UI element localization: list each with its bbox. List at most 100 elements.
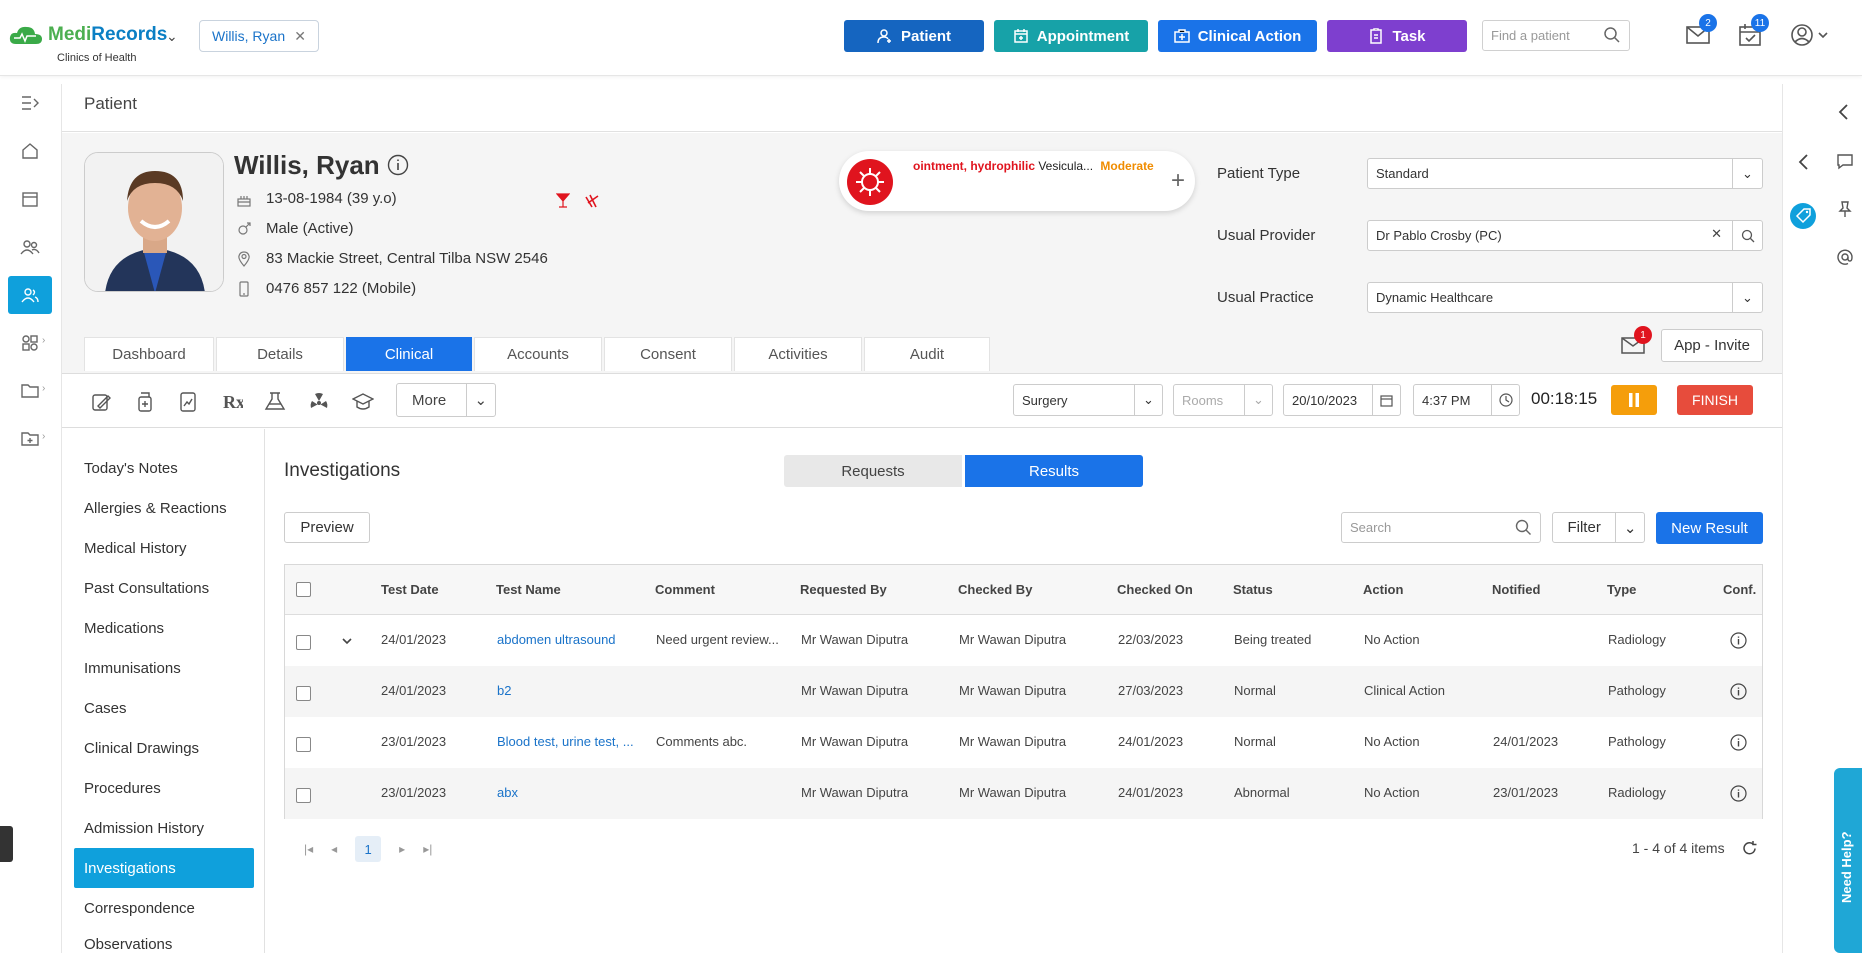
- patients-icon[interactable]: [8, 276, 52, 314]
- next-page-icon[interactable]: ▸: [399, 842, 405, 856]
- tab-consent[interactable]: Consent: [604, 337, 732, 371]
- select-all-checkbox[interactable]: [296, 582, 311, 597]
- new-appointment-button[interactable]: Appointment: [994, 20, 1148, 52]
- col-checked-by[interactable]: Checked By: [958, 582, 1032, 597]
- col-type[interactable]: Type: [1607, 582, 1636, 597]
- table-row[interactable]: 23/01/2023 abx Mr Wawan Diputra Mr Wawan…: [285, 768, 1762, 819]
- menu-item-correspondence[interactable]: Correspondence: [74, 888, 254, 928]
- education-icon[interactable]: [352, 391, 374, 413]
- at-sign-icon[interactable]: [1836, 248, 1854, 266]
- allergy-card[interactable]: ointment, hydrophilic Vesicula... Modera…: [839, 151, 1195, 211]
- alcohol-icon[interactable]: [556, 193, 570, 209]
- pause-button[interactable]: [1611, 385, 1657, 415]
- date-picker[interactable]: 20/10/2023: [1283, 384, 1401, 416]
- menu-item-cases[interactable]: Cases: [74, 688, 254, 728]
- results-toggle[interactable]: Results: [965, 455, 1143, 487]
- prescription-icon[interactable]: Rx: [221, 391, 243, 413]
- chevron-down-icon[interactable]: ⌄: [1615, 513, 1644, 542]
- table-row[interactable]: 24/01/2023 abdomen ultrasound Need urgen…: [285, 615, 1762, 666]
- info-icon[interactable]: [1730, 785, 1747, 802]
- collapse-menu-icon[interactable]: [8, 84, 52, 122]
- tab-dashboard[interactable]: Dashboard: [84, 337, 214, 371]
- chart-document-icon[interactable]: [177, 391, 199, 413]
- preview-button[interactable]: Preview: [284, 512, 370, 543]
- tasks-button[interactable]: 11: [1737, 14, 1769, 50]
- side-drawer-handle[interactable]: [0, 826, 13, 862]
- user-menu[interactable]: [1790, 22, 1830, 50]
- row-checkbox[interactable]: [296, 686, 311, 701]
- chevron-down-icon[interactable]: ⌄: [465, 384, 495, 416]
- cell-test-name-link[interactable]: abdomen ultrasound: [497, 632, 616, 647]
- clock-icon[interactable]: [1491, 385, 1519, 415]
- new-patient-button[interactable]: Patient: [844, 20, 984, 52]
- rooms-select[interactable]: Rooms ⌄: [1173, 384, 1273, 416]
- app-invite-button[interactable]: App - Invite: [1661, 329, 1763, 362]
- row-checkbox[interactable]: [296, 737, 311, 752]
- radiation-icon[interactable]: [308, 391, 330, 413]
- chevron-down-icon[interactable]: ⌄: [1732, 283, 1762, 312]
- more-dropdown[interactable]: More ⌄: [396, 383, 496, 417]
- menu-item-immunisations[interactable]: Immunisations: [74, 648, 254, 688]
- col-action[interactable]: Action: [1363, 582, 1403, 597]
- smoking-icon[interactable]: [584, 193, 600, 209]
- tab-activities[interactable]: Activities: [734, 337, 862, 371]
- chevron-left-icon[interactable]: [1794, 152, 1814, 172]
- modules-icon[interactable]: [8, 324, 52, 362]
- folder-add-icon[interactable]: [8, 420, 52, 458]
- location-select[interactable]: Surgery ⌄: [1013, 384, 1163, 416]
- search-icon[interactable]: [1732, 221, 1762, 250]
- pin-icon[interactable]: [1836, 200, 1854, 218]
- edit-note-icon[interactable]: [90, 391, 112, 413]
- info-icon[interactable]: [1730, 632, 1747, 649]
- col-test-date[interactable]: Test Date: [381, 582, 439, 597]
- time-picker[interactable]: 4:37 PM: [1413, 384, 1520, 416]
- col-comment[interactable]: Comment: [655, 582, 715, 597]
- add-allergy-icon[interactable]: +: [1171, 167, 1185, 195]
- menu-item-observations[interactable]: Observations: [74, 928, 254, 953]
- chevron-down-icon[interactable]: ⌄: [166, 28, 178, 45]
- table-row[interactable]: 24/01/2023 b2 Mr Wawan Diputra Mr Wawan …: [285, 666, 1762, 717]
- cell-test-name-link[interactable]: b2: [497, 683, 511, 698]
- row-checkbox[interactable]: [296, 788, 311, 803]
- tag-button[interactable]: [1790, 203, 1816, 229]
- menu-item-todays-notes[interactable]: Today's Notes: [74, 448, 254, 488]
- page-number-button[interactable]: 1: [355, 836, 382, 862]
- chevron-down-icon[interactable]: ⌄: [1244, 385, 1272, 415]
- search-icon[interactable]: [1515, 519, 1532, 536]
- new-task-button[interactable]: Task: [1327, 20, 1467, 52]
- tab-audit[interactable]: Audit: [864, 337, 990, 371]
- chevron-down-icon[interactable]: [341, 636, 353, 646]
- cell-test-name-link[interactable]: Blood test, urine test, ...: [497, 734, 634, 749]
- tab-details[interactable]: Details: [216, 337, 344, 371]
- menu-item-past-consultations[interactable]: Past Consultations: [74, 568, 254, 608]
- chat-icon[interactable]: [1836, 152, 1854, 170]
- folder-icon[interactable]: [8, 372, 52, 410]
- chevron-down-icon[interactable]: ⌄: [1134, 385, 1162, 415]
- find-patient-input[interactable]: Find a patient: [1482, 20, 1630, 51]
- chevron-left-icon[interactable]: [1834, 102, 1854, 122]
- calendar-icon[interactable]: [1372, 385, 1400, 415]
- people-icon[interactable]: [8, 228, 52, 266]
- col-notified[interactable]: Notified: [1492, 582, 1540, 597]
- col-requested-by[interactable]: Requested By: [800, 582, 887, 597]
- menu-item-medications[interactable]: Medications: [74, 608, 254, 648]
- calendar-icon[interactable]: [8, 180, 52, 218]
- home-icon[interactable]: [8, 132, 52, 170]
- open-patient-chip[interactable]: Willis, Ryan ✕: [199, 20, 319, 52]
- last-page-icon[interactable]: ▸|: [423, 842, 432, 856]
- requests-toggle[interactable]: Requests: [784, 455, 962, 487]
- app-mail-button[interactable]: 1: [1620, 326, 1652, 358]
- row-checkbox[interactable]: [296, 635, 311, 650]
- new-clinical-action-button[interactable]: Clinical Action: [1158, 20, 1317, 52]
- tab-clinical[interactable]: Clinical: [346, 337, 472, 371]
- usual-practice-select[interactable]: Dynamic Healthcare ⌄: [1367, 282, 1763, 313]
- menu-item-allergies[interactable]: Allergies & Reactions: [74, 488, 254, 528]
- chevron-down-icon[interactable]: ⌄: [1732, 159, 1762, 188]
- refresh-icon[interactable]: [1741, 840, 1758, 857]
- close-icon[interactable]: ✕: [294, 28, 306, 45]
- cell-test-name-link[interactable]: abx: [497, 785, 518, 800]
- medication-bottle-icon[interactable]: [134, 391, 156, 413]
- col-test-name[interactable]: Test Name: [496, 582, 561, 597]
- col-conf[interactable]: Conf.: [1723, 582, 1756, 597]
- info-icon[interactable]: [1730, 734, 1747, 751]
